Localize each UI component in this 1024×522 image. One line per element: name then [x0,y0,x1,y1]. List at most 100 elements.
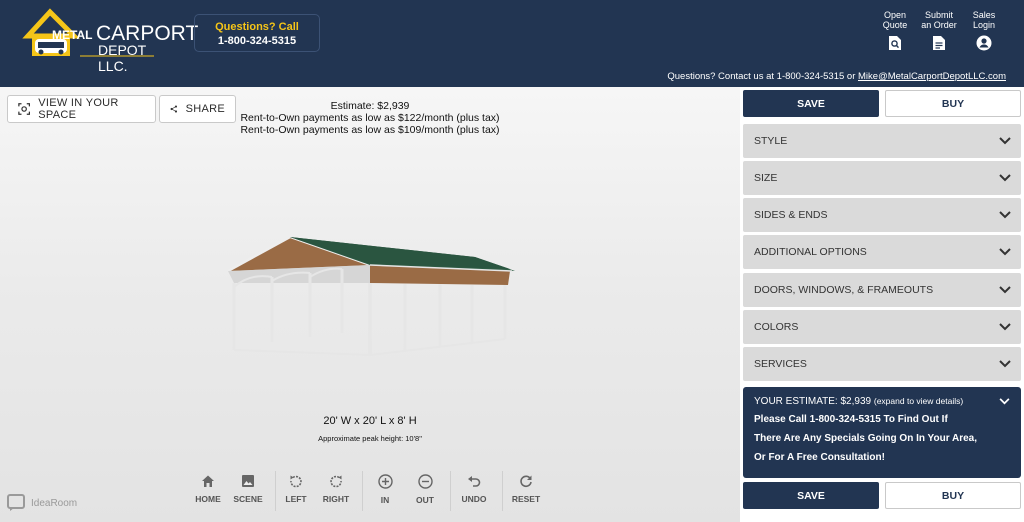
home-icon [202,475,214,487]
zoom-out-control[interactable]: OUT [405,468,445,513]
3d-viewport[interactable]: VIEW IN YOUR SPACE SHARE Estimate: $2,93… [0,87,740,522]
controls-divider [502,471,503,511]
idearoom-label: IdeaRoom [31,497,78,509]
open-quote-link[interactable]: Open Quote [873,10,917,51]
controls-divider [450,471,451,511]
rent-to-own-line-1: Rent-to-Own payments as low as $122/mont… [240,112,500,124]
sales-login-label-2: Login [972,20,996,30]
home-label: HOME [195,494,221,504]
share-label: SHARE [185,103,225,115]
view-in-your-space-label: VIEW IN YOUR SPACE [38,97,119,121]
scene-label: SCENE [233,494,263,504]
buy-button-top[interactable]: BUY [885,90,1021,117]
accordion-services-label: SERVICES [754,358,807,370]
user-icon [976,35,992,51]
rotate-left-label: LEFT [285,494,307,504]
accordion-size-label: SIZE [754,172,778,184]
reset-label: RESET [511,494,541,504]
chevron-down-icon [999,323,1011,331]
accordion-style-label: STYLE [754,135,788,147]
reset-icon [520,475,532,488]
accordion-additional-options[interactable]: ADDITIONAL OPTIONS [743,235,1021,269]
chevron-down-icon [999,398,1010,405]
contact-email-link[interactable]: Mike@MetalCarportDepotLLC.com [858,71,1006,82]
estimate-hint: (expand to view details) [873,396,964,406]
undo-controls-group: UNDO [454,468,494,513]
reset-controls-group: RESET [506,468,546,513]
chevron-down-icon [999,286,1011,294]
home-control[interactable]: HOME [188,468,228,513]
accordion-doors-windows[interactable]: DOORS, WINDOWS, & FRAMEOUTS [743,273,1021,307]
idearoom-brand[interactable]: IdeaRoom [7,494,77,512]
open-quote-label-2: Quote [882,20,908,30]
zoom-in-control[interactable]: IN [365,468,405,513]
undo-control[interactable]: UNDO [454,468,494,513]
buy-button-bottom[interactable]: BUY [885,482,1021,509]
call-box[interactable]: Questions? Call 1-800-324-5315 [194,14,320,52]
reset-control[interactable]: RESET [506,468,546,513]
view-in-your-space-button[interactable]: VIEW IN YOUR SPACE [7,95,156,123]
submit-order-link[interactable]: Submit an Order [917,10,961,51]
estimate-label: YOUR ESTIMATE: [754,396,838,407]
configuration-panel: SAVE BUY STYLE SIZE SIDES & ENDS ADDITIO… [740,87,1024,522]
rotate-right-control[interactable]: RIGHT [316,468,356,513]
estimate-header[interactable]: YOUR ESTIMATE: $2,939 (expand to view de… [754,396,1010,407]
save-button-top[interactable]: SAVE [743,90,879,117]
chevron-down-icon [999,174,1011,182]
chevron-down-icon [999,211,1011,219]
carport-3d-model[interactable] [220,227,530,367]
accordion-colors-label: COLORS [754,321,799,333]
rotate-right-label: RIGHT [322,494,350,504]
document-icon [933,36,945,50]
undo-icon [468,476,481,487]
accordion-size[interactable]: SIZE [743,161,1021,195]
peak-height: Approximate peak height: 10'8" [318,434,422,443]
call-phone[interactable]: 1-800-324-5315 [195,35,319,47]
sales-login-label-1: Sales [972,10,996,20]
rotate-right-icon [330,475,342,488]
chevron-down-icon [999,360,1011,368]
your-estimate-panel[interactable]: YOUR ESTIMATE: $2,939 (expand to view de… [743,387,1021,478]
estimate-message-line-1: Please Call 1-800-324-5315 To Find Out I… [754,414,948,425]
contact-text: Questions? Contact us at 1-800-324-5315 … [667,71,859,82]
scene-icon [242,475,254,487]
accordion-colors[interactable]: COLORS [743,310,1021,344]
accordion-doors-windows-label: DOORS, WINDOWS, & FRAMEOUTS [754,284,934,296]
estimate-value: $2,939 [840,396,872,407]
view-controls-group: HOME SCENE [188,468,268,513]
estimate-summary: Estimate: $2,939 Rent-to-Own payments as… [230,100,510,136]
rotate-left-control[interactable]: LEFT [276,468,316,513]
zoom-out-icon [417,474,433,489]
accordion-sides-ends[interactable]: SIDES & ENDS [743,198,1021,232]
metal-carport-depot-logo[interactable]: METAL CARPORT DEPOT LLC. [18,6,198,74]
zoom-in-icon [377,474,393,489]
estimate-message-line-2: There Are Any Specials Going On In Your … [754,433,978,444]
logo-word-metal: METAL [52,28,93,42]
logo-word-depot: DEPOT LLC. [98,42,146,74]
chevron-down-icon [999,137,1011,145]
rent-to-own-line-2: Rent-to-Own payments as low as $109/mont… [240,124,500,136]
sales-login-link[interactable]: Sales Login [962,10,1006,51]
open-quote-icon [889,36,901,50]
zoom-out-label: OUT [416,495,434,505]
rotate-left-icon [290,475,302,488]
zoom-controls-group: IN OUT [365,468,445,513]
idearoom-logo-icon [7,494,25,511]
scene-control[interactable]: SCENE [228,468,268,513]
save-button-bottom[interactable]: SAVE [743,482,879,509]
header: METAL CARPORT DEPOT LLC. Questions? Call… [0,0,1024,87]
accordion-services[interactable]: SERVICES [743,347,1021,381]
share-icon [170,105,178,113]
accordion-sides-ends-label: SIDES & ENDS [754,209,828,221]
call-title: Questions? Call [215,21,299,33]
estimate-message-line-3: Or For A Free Consultation! [754,452,885,463]
contact-line: Questions? Contact us at 1-800-324-5315 … [667,71,1006,82]
accordion-additional-options-label: ADDITIONAL OPTIONS [754,246,867,258]
estimate-message: Please Call 1-800-324-5315 To Find Out I… [754,410,1010,467]
share-button[interactable]: SHARE [159,95,236,123]
submit-order-label-2: an Order [921,20,957,30]
accordion-style[interactable]: STYLE [743,124,1021,158]
zoom-in-label: IN [380,495,390,505]
open-quote-label-1: Open [883,10,907,20]
rotate-controls-group: LEFT RIGHT [276,468,356,513]
